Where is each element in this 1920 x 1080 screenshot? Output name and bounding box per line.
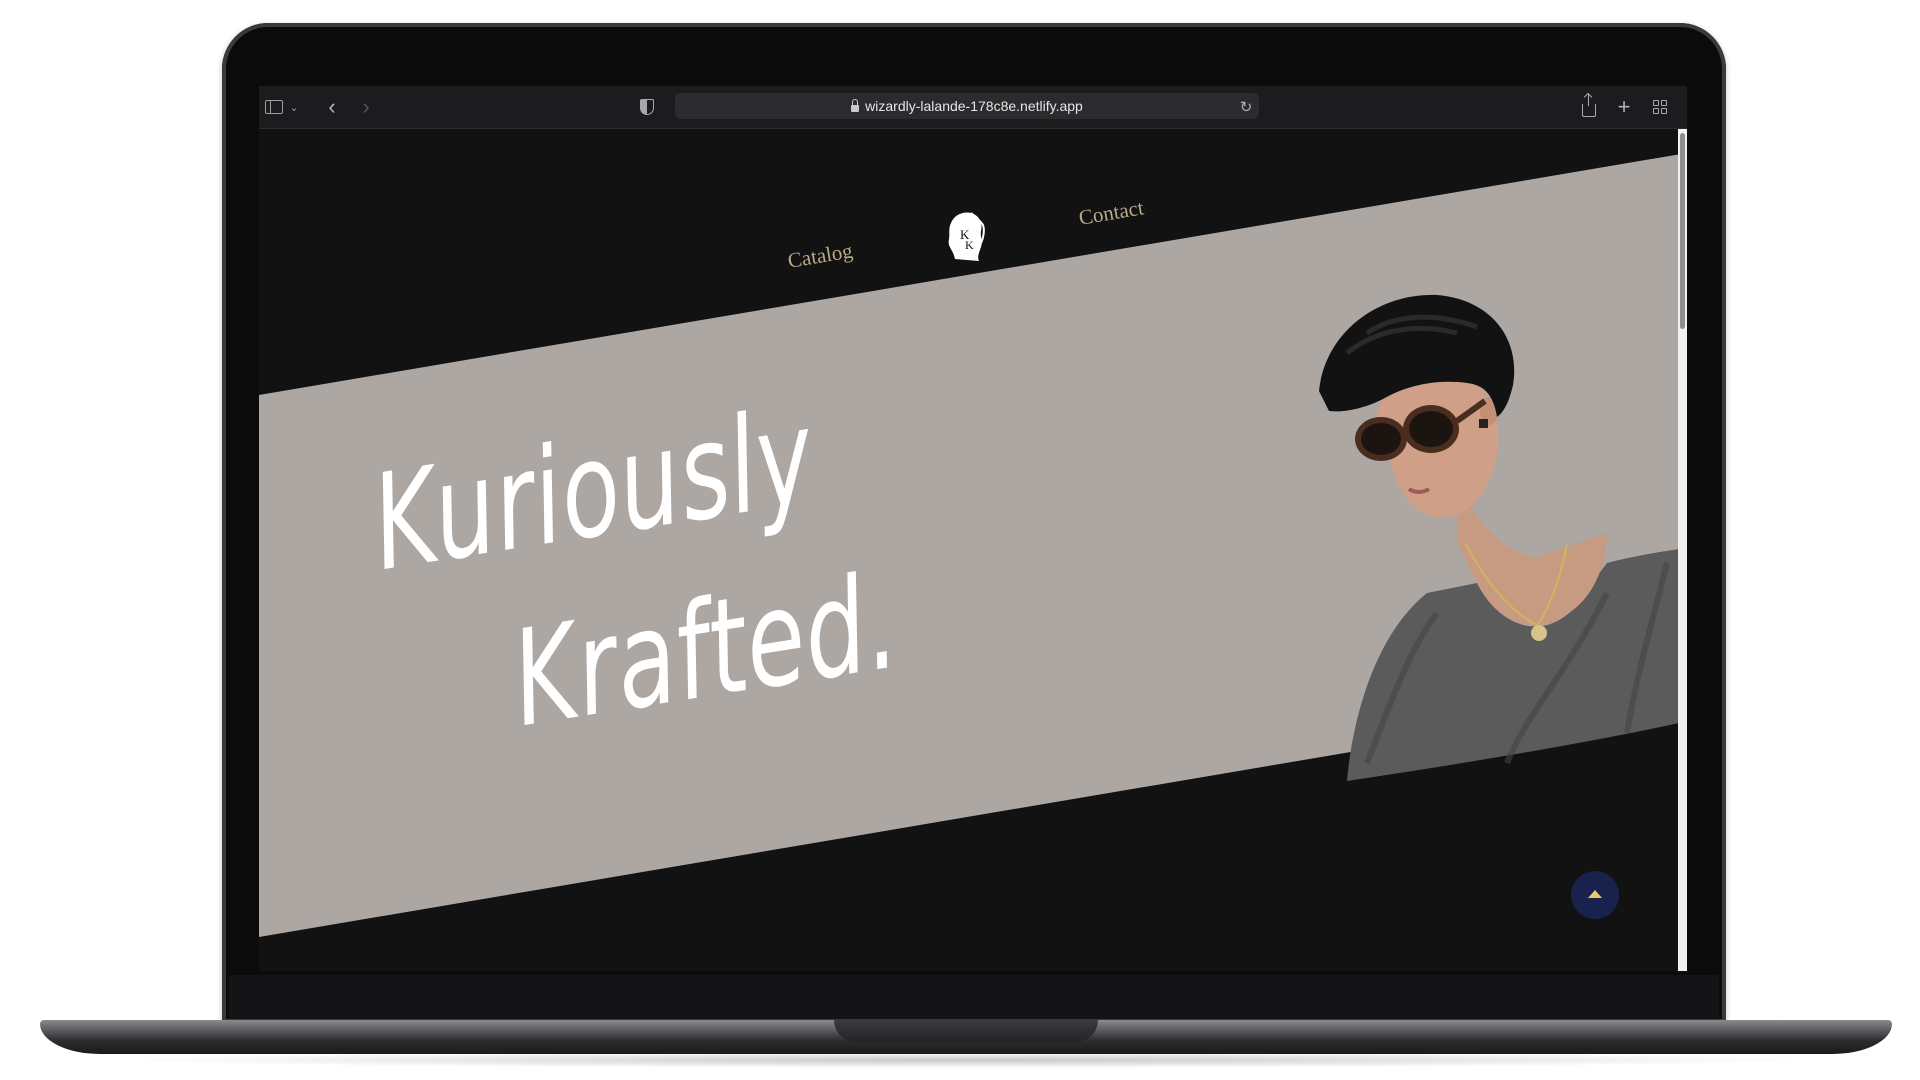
laptop-shadow: [110, 1052, 1820, 1068]
sidebar-icon[interactable]: [263, 95, 285, 119]
share-icon[interactable]: [1578, 93, 1600, 119]
chevron-left-icon[interactable]: ‹: [321, 94, 343, 119]
chevron-right-icon[interactable]: ›: [355, 94, 377, 119]
page-scrollbar[interactable]: [1678, 129, 1687, 971]
laptop-notch: [834, 1020, 1098, 1042]
scrollbar-thumb[interactable]: [1680, 133, 1685, 329]
arrow-up-icon: [1588, 890, 1602, 898]
shield-icon[interactable]: [637, 95, 657, 119]
url-text: wizardly-lalande-178c8e.netlify.app: [865, 98, 1083, 114]
plus-icon[interactable]: +: [1613, 94, 1635, 119]
scroll-to-top-button[interactable]: [1571, 871, 1619, 919]
svg-text:K: K: [965, 238, 974, 252]
lock-icon: [851, 98, 860, 112]
web-page: Catalog Contact K K Kuriously Krafted.: [259, 129, 1687, 971]
model-portrait-image: [1319, 294, 1679, 781]
address-bar[interactable]: wizardly-lalande-178c8e.netlify.app: [675, 93, 1259, 119]
laptop-bezel-bottom: [229, 975, 1719, 1019]
logo-icon[interactable]: K K: [945, 209, 987, 263]
browser-window: ⌄ ‹ › wizardly-lalande-178c8e.netlify.ap…: [259, 86, 1687, 971]
browser-toolbar: ⌄ ‹ › wizardly-lalande-178c8e.netlify.ap…: [259, 86, 1687, 129]
chevron-down-icon[interactable]: ⌄: [287, 95, 301, 119]
reload-icon[interactable]: ↻: [1235, 95, 1257, 119]
grid-icon[interactable]: [1649, 95, 1671, 119]
